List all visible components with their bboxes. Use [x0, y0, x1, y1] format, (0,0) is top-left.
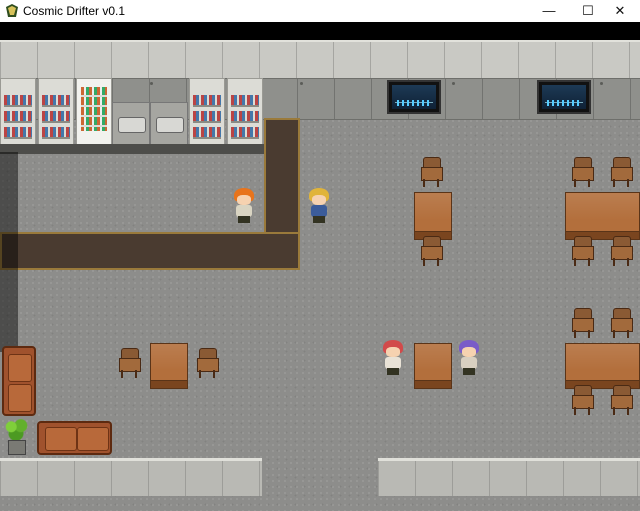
sofa-vertical[interactable]	[2, 346, 36, 416]
lower-wall-right	[378, 458, 640, 496]
wall-monitor[interactable]	[387, 80, 441, 114]
close-icon: ✕	[614, 3, 626, 18]
maximize-icon: ☐	[582, 3, 594, 18]
window-title: Cosmic Drifter v0.1	[23, 4, 126, 18]
drinks-fridge[interactable]	[76, 78, 112, 148]
chair[interactable]	[197, 348, 219, 378]
dining-table[interactable]	[414, 192, 452, 240]
kitchen-shelf[interactable]	[38, 78, 74, 148]
upper-wall	[0, 40, 640, 80]
app-icon	[6, 4, 18, 17]
npc-red-hair[interactable]	[379, 340, 407, 376]
lounge-table[interactable]	[150, 343, 188, 389]
chair[interactable]	[611, 236, 633, 266]
chair[interactable]	[572, 308, 594, 338]
chair[interactable]	[572, 157, 594, 187]
wall-monitor[interactable]	[537, 80, 591, 114]
rivet	[150, 82, 153, 85]
chair[interactable]	[421, 157, 443, 187]
npc-purple-hair[interactable]	[455, 340, 483, 376]
kitchen-shelf[interactable]	[189, 78, 225, 148]
npc-orange-hair[interactable]	[230, 188, 258, 224]
dining-table-long[interactable]	[565, 192, 640, 240]
kitchen-shelf[interactable]	[0, 78, 36, 148]
sofa-horizontal[interactable]	[37, 421, 112, 455]
chair[interactable]	[611, 157, 633, 187]
lower-wall-left	[0, 458, 262, 496]
chair[interactable]	[572, 236, 594, 266]
bar-counter-horizontal[interactable]	[0, 232, 300, 270]
left-shadow	[0, 152, 18, 352]
chair[interactable]	[572, 385, 594, 415]
title-bar: Cosmic Drifter v0.1 — ☐ ✕	[0, 0, 640, 22]
kitchen-shelf[interactable]	[227, 78, 263, 148]
rivet	[600, 82, 603, 85]
chair[interactable]	[611, 385, 633, 415]
rivet	[300, 82, 303, 85]
game-viewport[interactable]	[0, 22, 640, 511]
chair[interactable]	[421, 236, 443, 266]
rivet	[452, 82, 455, 85]
dining-table[interactable]	[414, 343, 452, 389]
chair[interactable]	[119, 348, 141, 378]
potted-plant[interactable]	[3, 418, 29, 455]
counter-base	[0, 144, 264, 154]
map-top-edge	[0, 22, 640, 40]
minimize-icon: —	[542, 3, 556, 18]
player-blonde-hero[interactable]	[305, 188, 333, 224]
close-button[interactable]: ✕	[597, 0, 640, 22]
chair[interactable]	[611, 308, 633, 338]
dining-table-long[interactable]	[565, 343, 640, 389]
